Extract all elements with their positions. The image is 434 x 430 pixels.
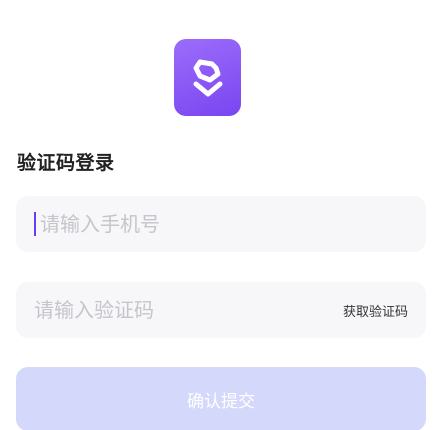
app-logo-icon [174, 39, 241, 116]
get-code-button[interactable]: 获取验证码 [343, 301, 408, 320]
code-input[interactable] [34, 298, 343, 322]
text-caret [34, 212, 36, 236]
phone-input[interactable] [40, 212, 408, 236]
login-screen: 验证码登录 获取验证码 确认提交 [0, 0, 434, 430]
code-field[interactable]: 获取验证码 [16, 282, 426, 338]
page-title: 验证码登录 [17, 152, 115, 174]
logo-glyph [193, 59, 222, 96]
phone-field[interactable] [16, 196, 426, 252]
submit-button[interactable]: 确认提交 [16, 367, 426, 430]
